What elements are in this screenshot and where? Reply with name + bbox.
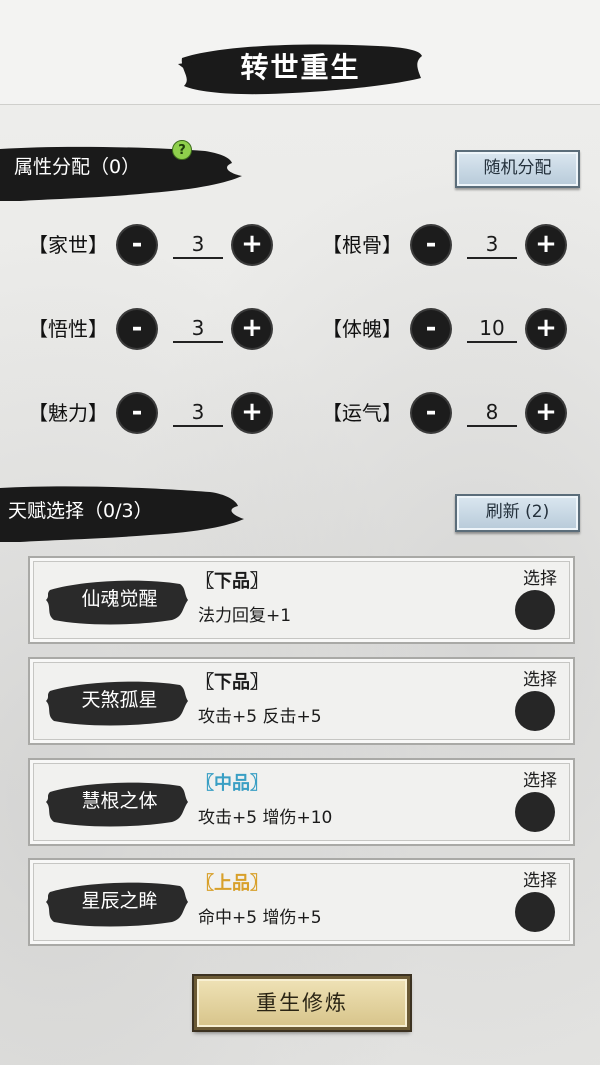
talent-effect: 攻击+5 反击+5 <box>198 707 322 727</box>
stat-value: 3 <box>173 229 223 259</box>
stat-comprehension: 【悟性】 - 3 + <box>28 307 298 351</box>
stat-charm: 【魅力】 - 3 + <box>28 391 298 435</box>
talent-name: 天煞孤星 <box>81 689 158 711</box>
stat-label: 【悟性】 <box>28 317 108 341</box>
talent-grade: 〖下品〗 <box>196 672 268 693</box>
increase-family-button[interactable]: + <box>233 226 271 264</box>
refresh-button[interactable]: 刷新 (2) <box>455 494 580 532</box>
select-label: 选择 <box>523 670 557 690</box>
select-label: 选择 <box>523 569 557 589</box>
increase-charm-button[interactable]: + <box>233 394 271 432</box>
talent-grade: 〖中品〗 <box>196 773 268 794</box>
talent-name: 仙魂觉醒 <box>81 588 158 610</box>
talent-grade: 〖上品〗 <box>196 873 268 894</box>
stat-label: 【运气】 <box>322 401 402 425</box>
stat-value: 8 <box>467 397 517 427</box>
select-checkbox[interactable] <box>515 590 555 630</box>
talent-card[interactable]: 天煞孤星 〖下品〗 攻击+5 反击+5 选择 <box>28 657 575 745</box>
decrease-charm-button[interactable]: - <box>118 394 156 432</box>
increase-physique-button[interactable]: + <box>527 310 565 348</box>
select-label: 选择 <box>523 771 557 791</box>
talent-effect: 命中+5 增伤+5 <box>198 908 322 928</box>
select-label: 选择 <box>523 871 557 891</box>
decrease-family-button[interactable]: - <box>118 226 156 264</box>
talent-effect: 法力回复+1 <box>198 606 292 626</box>
decrease-luck-button[interactable]: - <box>412 394 450 432</box>
stat-label: 【体魄】 <box>322 317 402 341</box>
decrease-comprehension-button[interactable]: - <box>118 310 156 348</box>
stat-luck: 【运气】 - 8 + <box>322 391 592 435</box>
stat-label: 【家世】 <box>28 233 108 257</box>
increase-comprehension-button[interactable]: + <box>233 310 271 348</box>
talent-card[interactable]: 星辰之眸 〖上品〗 命中+5 增伤+5 选择 <box>28 858 575 946</box>
stat-label: 【根骨】 <box>322 233 402 257</box>
header-bar: 转世重生 <box>0 0 600 105</box>
decrease-physique-button[interactable]: - <box>412 310 450 348</box>
decrease-constitution-button[interactable]: - <box>412 226 450 264</box>
increase-constitution-button[interactable]: + <box>527 226 565 264</box>
select-checkbox[interactable] <box>515 792 555 832</box>
random-allocate-button[interactable]: 随机分配 <box>455 150 580 188</box>
stat-label: 【魅力】 <box>28 401 108 425</box>
stat-value: 3 <box>173 397 223 427</box>
attributes-title: 属性分配（0） <box>14 156 141 178</box>
stat-value: 10 <box>467 313 517 343</box>
select-checkbox[interactable] <box>515 892 555 932</box>
talent-effect: 攻击+5 增伤+10 <box>198 808 333 828</box>
rebirth-cultivate-button[interactable]: 重生修炼 <box>194 976 410 1030</box>
stat-family: 【家世】 - 3 + <box>28 223 298 267</box>
talent-grade: 〖下品〗 <box>196 571 268 592</box>
help-icon[interactable]: ? <box>172 140 192 160</box>
stat-constitution: 【根骨】 - 3 + <box>322 223 592 267</box>
stat-value: 3 <box>467 229 517 259</box>
talent-name: 星辰之眸 <box>81 890 158 912</box>
stat-value: 3 <box>173 313 223 343</box>
talents-title: 天赋选择（0/3） <box>8 500 153 522</box>
select-checkbox[interactable] <box>515 691 555 731</box>
talent-card[interactable]: 仙魂觉醒 〖下品〗 法力回复+1 选择 <box>28 556 575 644</box>
talent-name: 慧根之体 <box>81 790 158 812</box>
page-title: 转世重生 <box>240 51 361 84</box>
increase-luck-button[interactable]: + <box>527 394 565 432</box>
stat-physique: 【体魄】 - 10 + <box>322 307 592 351</box>
talent-card[interactable]: 慧根之体 〖中品〗 攻击+5 增伤+10 选择 <box>28 758 575 846</box>
